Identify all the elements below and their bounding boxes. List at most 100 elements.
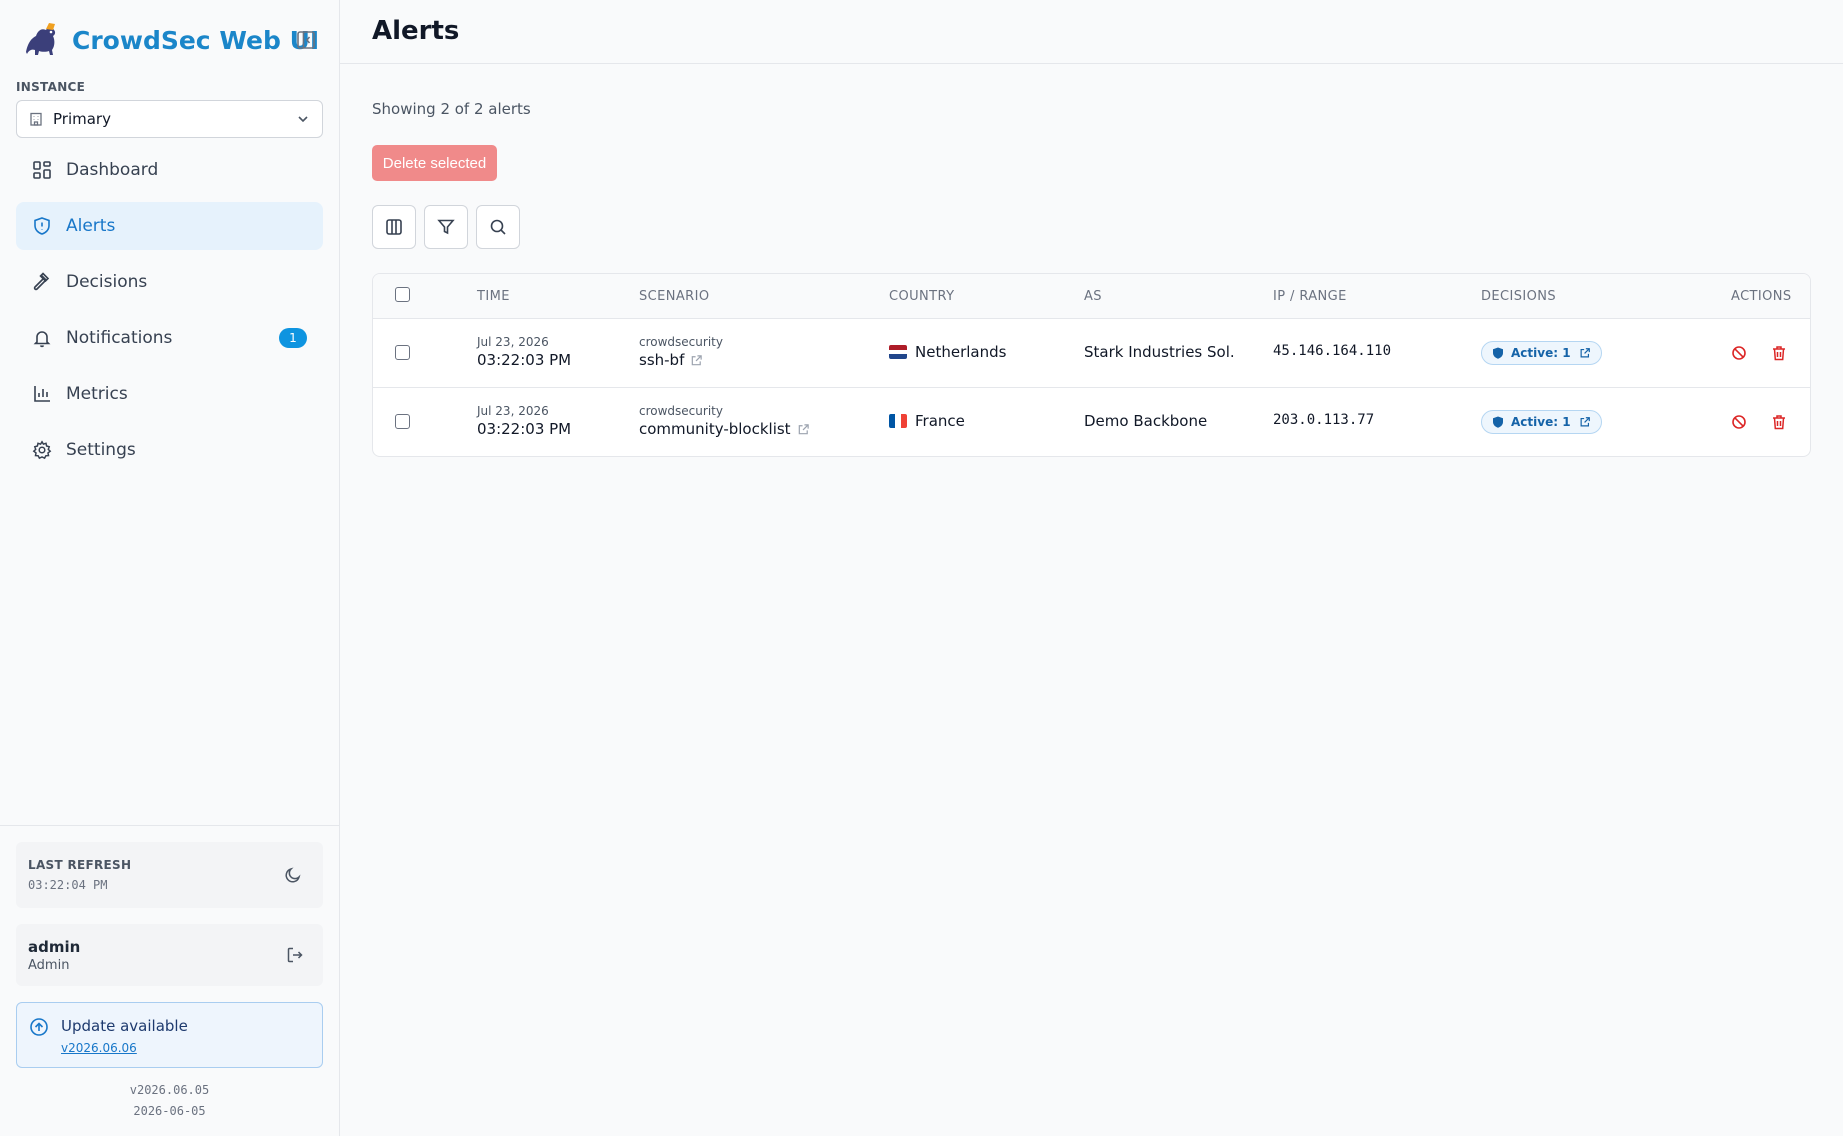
search-icon	[490, 219, 506, 235]
external-link-icon	[692, 354, 703, 365]
sidebar-item-metrics[interactable]: Metrics	[16, 370, 323, 418]
alert-country: France	[889, 412, 965, 430]
column-header-as[interactable]: AS	[1084, 289, 1102, 304]
alert-country: Netherlands	[889, 343, 1006, 361]
scenario-namespace: crowdsecurity	[639, 335, 723, 349]
columns-icon	[386, 219, 402, 235]
gavel-icon	[33, 272, 50, 291]
shield-alert-icon	[34, 217, 50, 235]
table-header: TIME SCENARIO COUNTRY AS IP / RANGE DECI…	[373, 274, 1810, 319]
trash-icon[interactable]	[1771, 345, 1787, 361]
row-checkbox[interactable]	[395, 345, 410, 360]
select-all-checkbox[interactable]	[395, 287, 410, 302]
columns-button[interactable]	[372, 205, 416, 249]
results-count: Showing 2 of 2 alerts	[372, 100, 531, 118]
update-version-link[interactable]: v2026.06.06	[61, 1041, 137, 1055]
alert-date: Jul 23, 2026	[477, 404, 549, 418]
scenario-link[interactable]: community-blocklist	[639, 420, 810, 438]
alert-as: Demo Backbone	[1084, 412, 1208, 430]
sidebar-item-dashboard[interactable]: Dashboard	[16, 146, 323, 194]
instance-selected-value: Primary	[53, 110, 111, 128]
logout-icon[interactable]	[286, 946, 304, 964]
country-name: France	[915, 412, 965, 430]
chevron-down-icon	[298, 116, 308, 123]
instance-label: INSTANCE	[16, 80, 86, 94]
row-checkbox[interactable]	[395, 414, 410, 429]
alert-as: Stark Industries Sol...	[1084, 343, 1234, 361]
decisions-badge[interactable]: Active: 1	[1481, 341, 1602, 365]
decisions-badge-label: Active: 1	[1511, 415, 1571, 429]
last-refresh-time: 03:22:04 PM	[28, 878, 108, 892]
table-row[interactable]: Jul 23, 2026 03:22:03 PM crowdsecurity s…	[373, 319, 1810, 388]
decisions-badge[interactable]: Active: 1	[1481, 410, 1602, 434]
column-header-country[interactable]: COUNTRY	[889, 289, 954, 304]
app-title: CrowdSec Web UI	[72, 25, 320, 55]
sidebar-item-notifications[interactable]: Notifications 1	[16, 314, 323, 362]
moon-icon[interactable]	[284, 866, 302, 884]
update-title: Update available	[61, 1017, 188, 1035]
alerts-table: TIME SCENARIO COUNTRY AS IP / RANGE DECI…	[372, 273, 1811, 457]
ban-icon[interactable]	[1731, 414, 1747, 430]
scenario-name: community-blocklist	[639, 420, 791, 438]
shield-icon	[1493, 347, 1503, 359]
scenario-namespace: crowdsecurity	[639, 404, 723, 418]
column-header-time[interactable]: TIME	[477, 289, 510, 304]
building-icon	[30, 112, 42, 126]
instance-select[interactable]: Primary	[16, 100, 323, 138]
table-row[interactable]: Jul 23, 2026 03:22:03 PM crowdsecurity c…	[373, 388, 1810, 456]
column-header-actions: ACTIONS	[1731, 289, 1792, 304]
update-available-card: Update available v2026.06.06	[16, 1002, 323, 1068]
search-button[interactable]	[476, 205, 520, 249]
netherlands-flag-icon	[889, 345, 907, 359]
sidebar-item-label: Alerts	[66, 216, 116, 236]
page-header: Alerts	[340, 0, 1843, 64]
alert-date: Jul 23, 2026	[477, 335, 549, 349]
alert-ip: 203.0.113.77	[1273, 412, 1375, 428]
bar-chart-icon	[34, 386, 50, 402]
france-flag-icon	[889, 414, 907, 428]
user-name: admin	[28, 938, 81, 956]
delete-selected-button[interactable]: Delete selected	[372, 145, 497, 181]
country-name: Netherlands	[915, 343, 1007, 361]
sidebar-item-label: Dashboard	[66, 160, 159, 180]
alert-time: 03:22:03 PM	[477, 420, 572, 438]
sidebar-nav: Dashboard Alerts Decisions Notifications…	[16, 146, 323, 482]
brand: CrowdSec Web UI	[22, 18, 322, 62]
page-title: Alerts	[372, 16, 460, 46]
alert-ip: 45.146.164.110	[1273, 343, 1392, 359]
sidebar-item-label: Settings	[66, 440, 136, 460]
last-refresh-card: LAST REFRESH 03:22:04 PM	[16, 842, 323, 908]
column-header-scenario[interactable]: SCENARIO	[639, 289, 709, 304]
crowdsec-logo-icon	[26, 23, 56, 55]
alert-time: 03:22:03 PM	[477, 351, 572, 369]
scenario-link[interactable]: ssh-bf	[639, 351, 703, 369]
sidebar-item-label: Decisions	[66, 272, 148, 292]
notifications-count-badge: 1	[279, 328, 307, 348]
scenario-name: ssh-bf	[639, 351, 685, 369]
user-card: admin Admin	[16, 924, 323, 986]
dashboard-icon	[33, 161, 51, 179]
filter-button[interactable]	[424, 205, 468, 249]
trash-icon[interactable]	[1771, 414, 1787, 430]
arrow-up-circle-icon	[30, 1018, 48, 1036]
sidebar: CrowdSec Web UI INSTANCE Primary Dashboa…	[0, 0, 340, 1136]
gear-icon	[32, 440, 52, 460]
user-role: Admin	[28, 958, 70, 973]
sidebar-item-label: Notifications	[66, 328, 173, 348]
sidebar-item-settings[interactable]: Settings	[16, 426, 323, 474]
sidebar-item-alerts[interactable]: Alerts	[16, 202, 323, 250]
shield-icon	[1493, 416, 1503, 428]
external-link-icon	[1580, 348, 1590, 358]
column-header-ip[interactable]: IP / RANGE	[1273, 289, 1347, 304]
column-header-decisions[interactable]: DECISIONS	[1481, 289, 1556, 304]
external-link-icon	[1580, 417, 1590, 427]
app-version: v2026.06.05	[129, 1083, 210, 1097]
build-date: 2026-06-05	[133, 1104, 206, 1118]
external-link-icon	[798, 423, 809, 434]
bell-icon	[33, 331, 51, 348]
sidebar-divider	[0, 825, 339, 826]
decisions-badge-label: Active: 1	[1511, 346, 1571, 360]
sidebar-item-decisions[interactable]: Decisions	[16, 258, 323, 306]
collapse-sidebar-icon[interactable]	[296, 30, 316, 50]
ban-icon[interactable]	[1731, 345, 1747, 361]
